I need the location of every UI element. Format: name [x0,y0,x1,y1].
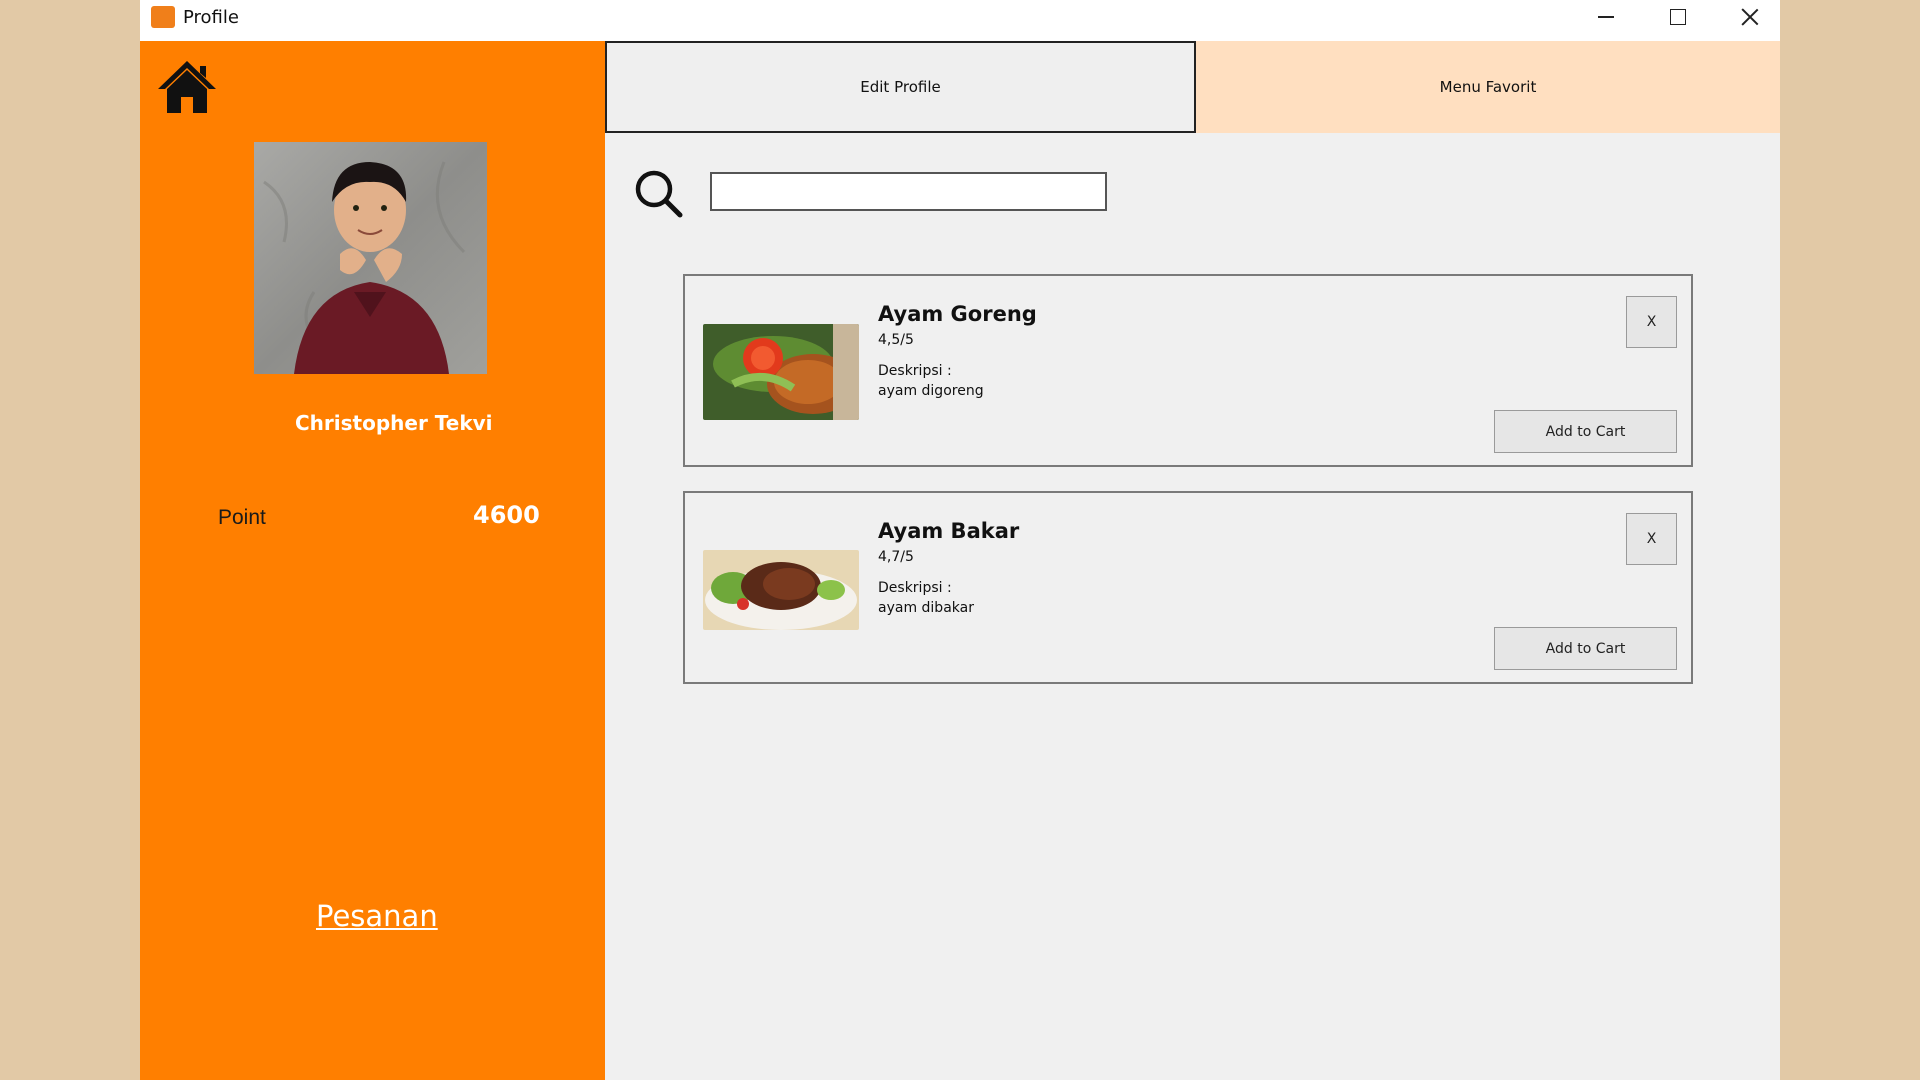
food-name: Ayam Goreng [878,302,1037,326]
food-rating: 4,5/5 [878,332,914,348]
food-description-label: Deskripsi : [878,363,952,379]
food-description: ayam dibakar [878,600,974,616]
app-icon [151,6,175,28]
search-icon[interactable] [633,168,685,220]
maximize-button[interactable] [1642,0,1714,34]
add-to-cart-button[interactable]: Add to Cart [1494,410,1677,453]
food-description-label: Deskripsi : [878,580,952,596]
user-name: Christopher Tekvi [295,411,493,435]
food-rating: 4,7/5 [878,549,914,565]
food-name: Ayam Bakar [878,519,1020,543]
close-icon [1741,8,1759,26]
tab-menu-favorit[interactable]: Menu Favorit [1196,41,1780,133]
favorite-item-card: Ayam Bakar 4,7/5 Deskripsi : ayam dibaka… [683,491,1693,684]
minimize-button[interactable] [1570,0,1642,34]
profile-window: Profile Christopher Tekvi Point 4600 Pes… [140,0,1780,1080]
minimize-icon [1598,16,1614,18]
close-button[interactable] [1714,0,1780,34]
search-input[interactable] [710,172,1107,211]
profile-photo [254,142,487,374]
home-icon[interactable] [156,59,218,115]
point-label: Point [218,506,266,529]
tab-edit-profile[interactable]: Edit Profile [605,41,1196,133]
food-image-ayam-bakar [703,550,859,630]
maximize-icon [1670,9,1686,25]
favorite-item-card: Ayam Goreng 4,5/5 Deskripsi : ayam digor… [683,274,1693,467]
remove-favorite-button[interactable]: X [1626,513,1677,565]
title-bar: Profile [140,0,1780,41]
point-value: 4600 [473,501,540,529]
window-title: Profile [183,7,239,28]
remove-favorite-button[interactable]: X [1626,296,1677,348]
orders-link[interactable]: Pesanan [316,899,438,933]
food-image-ayam-goreng [703,324,859,420]
add-to-cart-button[interactable]: Add to Cart [1494,627,1677,670]
food-description: ayam digoreng [878,383,984,399]
profile-sidebar: Christopher Tekvi Point 4600 Pesanan [140,41,605,1080]
